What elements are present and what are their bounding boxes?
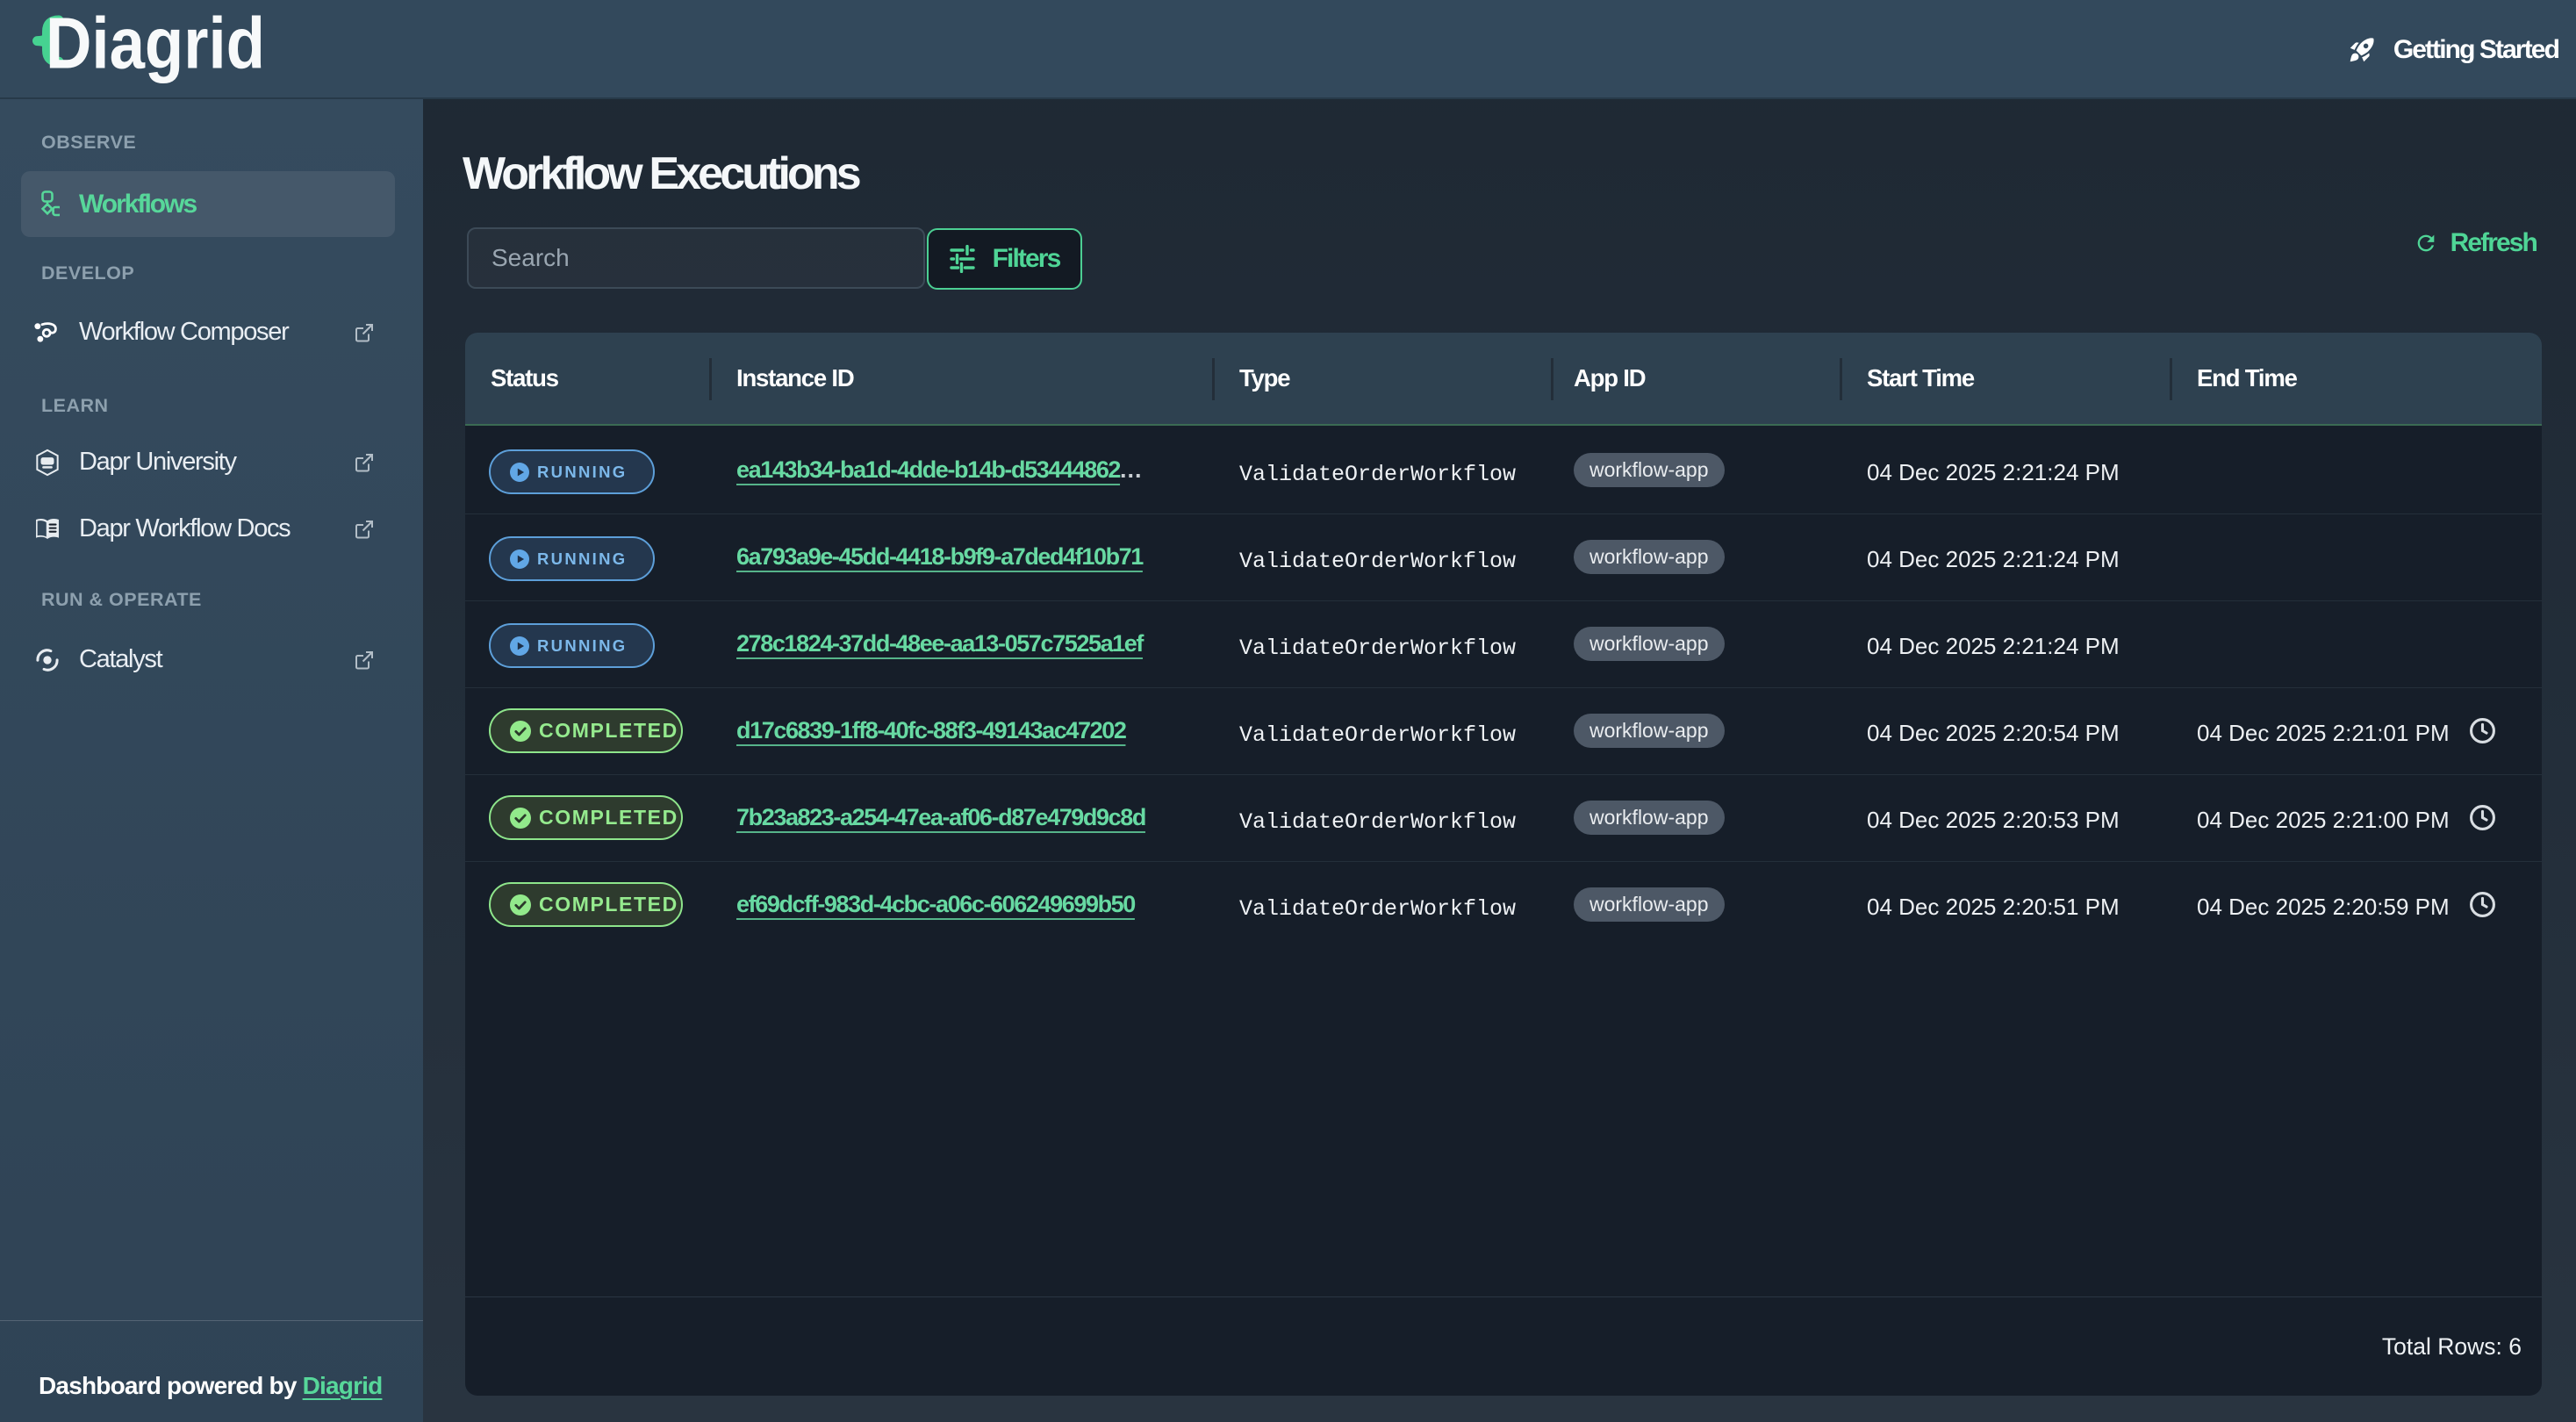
svg-text:Diagrid: Diagrid (46, 9, 265, 84)
